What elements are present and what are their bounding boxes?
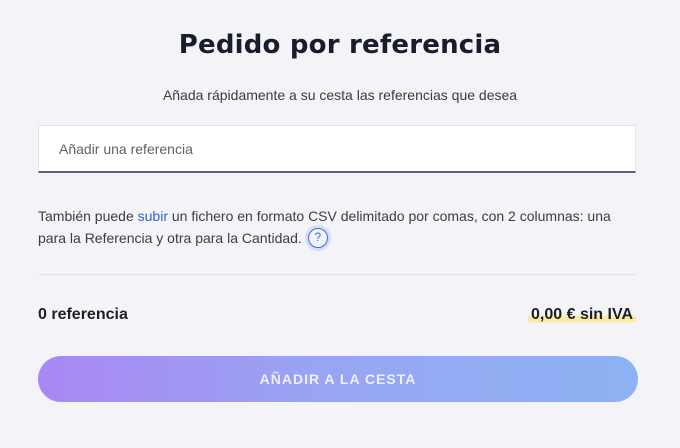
reference-input-container (38, 125, 636, 173)
quick-order-panel: Pedido por referencia Añada rápidamente … (0, 0, 680, 448)
divider (38, 274, 636, 275)
page-title: Pedido por referencia (178, 30, 502, 60)
price-total: 0,00 € sin IVA (528, 306, 636, 324)
reference-count: 0 referencia (38, 306, 128, 323)
csv-upload-info: También puede subir un fichero en format… (38, 205, 642, 249)
add-to-cart-button[interactable]: AÑADIR A LA CESTA (38, 356, 638, 402)
upload-link[interactable]: subir (138, 208, 168, 224)
page-subtitle: Añada rápidamente a su cesta las referen… (162, 87, 518, 103)
reference-input[interactable] (39, 126, 635, 171)
info-text-before-link: También puede (38, 208, 138, 224)
question-circle-icon[interactable]: ? (307, 228, 328, 249)
